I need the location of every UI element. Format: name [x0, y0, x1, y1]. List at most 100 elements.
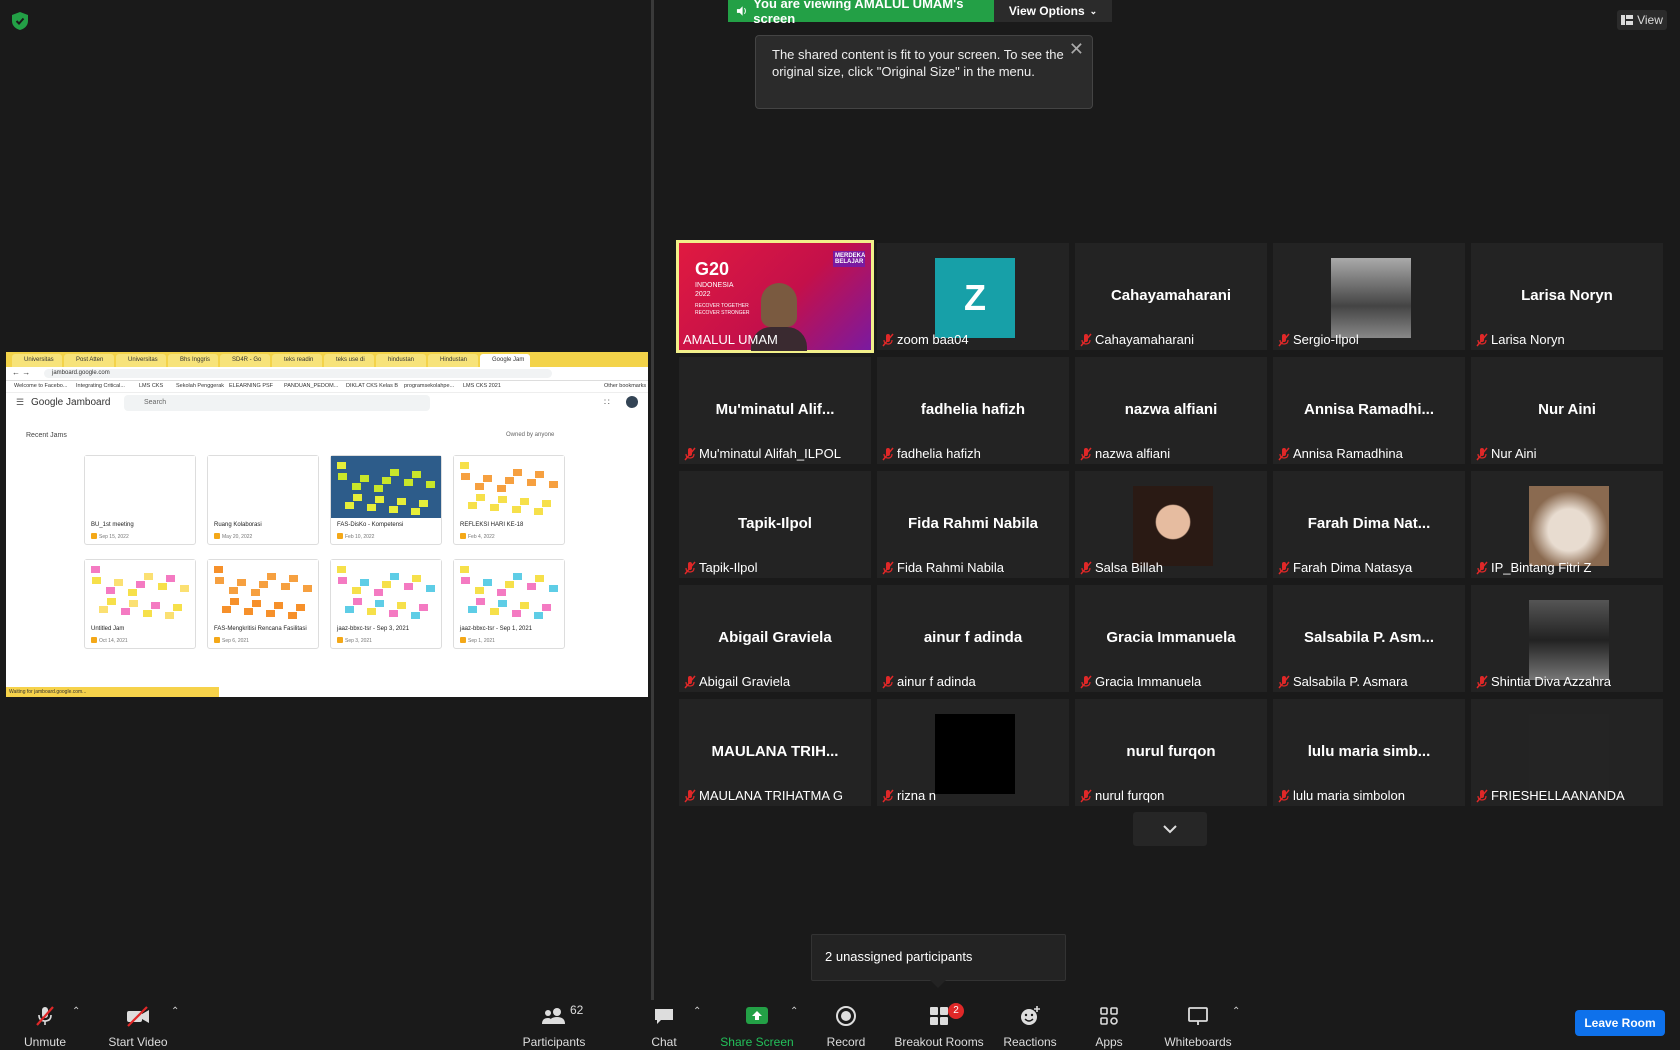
participant-display-name: Tapik-Ilpol: [738, 515, 812, 532]
gallery-next-page-button[interactable]: [1133, 812, 1207, 846]
browser-tab[interactable]: teks readin: [272, 354, 322, 367]
jam-card[interactable]: jaaz-bbxc-tsr - Sep 3, 2021 Sep 3, 2021: [330, 559, 442, 649]
jam-card[interactable]: Untitled Jam Oct 14, 2021: [84, 559, 196, 649]
unassigned-participants-popup[interactable]: 2 unassigned participants: [811, 934, 1066, 981]
participant-tile[interactable]: Annisa Ramadhi... Annisa Ramadhina: [1273, 357, 1465, 464]
sticky-note: [382, 477, 391, 484]
chevron-up-icon[interactable]: ⌃: [72, 1006, 80, 1017]
browser-tab[interactable]: Google Jam: [480, 354, 530, 367]
participant-tile[interactable]: Salsa Billah: [1075, 471, 1267, 578]
participant-tile[interactable]: nazwa alfiani nazwa alfiani: [1075, 357, 1267, 464]
chevron-up-icon[interactable]: ⌃: [1232, 1006, 1240, 1017]
jam-card[interactable]: FAS-Mengkritisi Rencana Fasilitasi Sep 6,…: [207, 559, 319, 649]
bookmark-item[interactable]: Other bookmarks: [604, 383, 646, 389]
browser-tab[interactable]: Post Atten: [64, 354, 114, 367]
participant-tile[interactable]: Gracia Immanuela Gracia Immanuela: [1075, 585, 1267, 692]
chat-icon: [655, 1009, 673, 1024]
bookmark-item[interactable]: Integrating Critical...: [76, 383, 125, 389]
sticky-note: [534, 508, 543, 515]
split-divider[interactable]: [651, 0, 654, 1000]
bookmark-item[interactable]: LMS CKS: [139, 383, 163, 389]
participant-tile[interactable]: MAULANA TRIH... MAULANA TRIHATMA G: [679, 699, 871, 806]
participant-display-name: lulu maria simb...: [1307, 743, 1431, 760]
sticky-note: [374, 589, 383, 596]
whiteboards-button[interactable]: Whiteboards: [1160, 1000, 1236, 1050]
viewing-text: You are viewing AMALUL UMAM's screen: [753, 0, 964, 26]
jam-card[interactable]: FAS-DisKo - Kompetensi Feb 10, 2022: [330, 455, 442, 545]
microphone-muted-icon: [1080, 333, 1092, 346]
bookmark-item[interactable]: programsekolahpe...: [404, 383, 454, 389]
shared-screen[interactable]: Universitas Post Atten Universitas Bhs Ingg…: [6, 352, 648, 697]
view-options-button[interactable]: View Options ⌄: [994, 0, 1112, 22]
participant-tile[interactable]: FRIESHELLAANANDA: [1471, 699, 1663, 806]
chevron-up-icon[interactable]: ⌃: [790, 1006, 798, 1017]
record-button[interactable]: Record: [823, 1000, 869, 1050]
sticky-note: [252, 600, 261, 607]
unmute-button[interactable]: Unmute: [14, 1000, 76, 1050]
jam-card[interactable]: jaaz-bbxc-tsr - Sep 1, 2021 Sep 1, 2021: [453, 559, 565, 649]
participant-tile[interactable]: Farah Dima Nat... Farah Dima Natasya: [1273, 471, 1465, 578]
start-video-label: Start Video: [108, 1035, 168, 1049]
participant-tile[interactable]: rizna n: [877, 699, 1069, 806]
sticky-note: [251, 589, 260, 596]
chevron-up-icon[interactable]: ⌃: [693, 1006, 701, 1017]
participant-name: lulu maria simbolon: [1293, 788, 1405, 803]
chat-button[interactable]: Chat: [645, 1000, 683, 1050]
participant-tile[interactable]: lulu maria simb... lulu maria simbolon: [1273, 699, 1465, 806]
shield-icon[interactable]: [12, 12, 28, 30]
jam-card[interactable]: BU_1st meeting Sep 15, 2022: [84, 455, 196, 545]
participant-tile[interactable]: G20 INDONESIA 2022 RECOVER TOGETHER RECOVER…: [676, 240, 874, 353]
browser-tab[interactable]: hindustan: [376, 354, 426, 367]
participant-tile[interactable]: Tapik-Ilpol Tapik-Ilpol: [679, 471, 871, 578]
avatar: [1529, 714, 1609, 794]
sticky-note: [527, 583, 536, 590]
sticky-note: [542, 500, 551, 507]
participant-tile[interactable]: Sergio-Ilpol: [1273, 243, 1465, 350]
view-button[interactable]: View: [1617, 10, 1667, 30]
participant-name: AMALUL UMAM: [683, 332, 778, 347]
participant-name-label: Abigail Graviela: [683, 674, 790, 689]
participant-tile[interactable]: fadhelia hafizh fadhelia hafizh: [877, 357, 1069, 464]
breakout-rooms-button[interactable]: Breakout Rooms: [893, 1000, 985, 1050]
jam-card[interactable]: Ruang Kolaborasi May 20, 2022: [207, 455, 319, 545]
bookmark-item[interactable]: Welcome to Facebo...: [14, 383, 67, 389]
jam-date: Feb 4, 2022: [468, 534, 495, 540]
participant-tile[interactable]: Shintia Diva Azzahra: [1471, 585, 1663, 692]
close-icon[interactable]: ✕: [1069, 40, 1084, 58]
participant-tile[interactable]: Larisa Noryn Larisa Noryn: [1471, 243, 1663, 350]
start-video-button[interactable]: Start Video: [104, 1000, 172, 1050]
participant-tile[interactable]: Abigail Graviela Abigail Graviela: [679, 585, 871, 692]
participant-tile[interactable]: Fida Rahmi Nabila Fida Rahmi Nabila: [877, 471, 1069, 578]
leave-room-button[interactable]: Leave Room: [1575, 1010, 1665, 1036]
participant-tile[interactable]: Salsabila P. Asm... Salsabila P. Asmara: [1273, 585, 1465, 692]
bookmark-item[interactable]: DIKLAT CKS Kelas B: [346, 383, 398, 389]
browser-tab[interactable]: Universitas: [116, 354, 166, 367]
participant-tile[interactable]: Mu'minatul Alif... Mu'minatul Alifah_ILPO…: [679, 357, 871, 464]
participant-tile[interactable]: IP_Bintang Fitri Z: [1471, 471, 1663, 578]
apps-button[interactable]: Apps: [1092, 1000, 1126, 1050]
sticky-note: [505, 581, 514, 588]
bookmark-item[interactable]: LMS CKS 2021: [463, 383, 501, 389]
participant-tile[interactable]: Cahayamaharani Cahayamaharani: [1075, 243, 1267, 350]
browser-tab[interactable]: teks use di: [324, 354, 374, 367]
browser-tab[interactable]: Bhs Inggris: [168, 354, 218, 367]
bookmark-item[interactable]: PANDUAN_PEDOM...: [284, 383, 338, 389]
sticky-note: [129, 600, 138, 607]
browser-tab[interactable]: Universitas: [12, 354, 62, 367]
browser-tab[interactable]: SD4R - Go: [220, 354, 270, 367]
chevron-up-icon[interactable]: ⌃: [171, 1006, 179, 1017]
bookmark-item[interactable]: ELEARNING PSF: [229, 383, 273, 389]
bookmark-item[interactable]: Sekolah Penggerak: [176, 383, 224, 389]
jamboard-header: ☰ Google Jamboard Search ∷: [6, 393, 648, 413]
browser-tab[interactable]: Hindustan: [428, 354, 478, 367]
participant-tile[interactable]: ainur f adinda ainur f adinda: [877, 585, 1069, 692]
participant-tile[interactable]: nurul furqon nurul furqon: [1075, 699, 1267, 806]
sticky-note: [352, 587, 361, 594]
participant-tile[interactable]: Zzoom baa04: [877, 243, 1069, 350]
recent-jams-label: Recent Jams: [26, 432, 67, 439]
jam-card[interactable]: REFLEKSI HARI KE-18 Feb 4, 2022: [453, 455, 565, 545]
participant-tile[interactable]: Nur Aini Nur Aini: [1471, 357, 1663, 464]
participant-display-name: MAULANA TRIH...: [711, 743, 839, 760]
share-screen-button[interactable]: Share Screen: [718, 1000, 796, 1050]
reactions-button[interactable]: Reactions: [1003, 1000, 1057, 1050]
